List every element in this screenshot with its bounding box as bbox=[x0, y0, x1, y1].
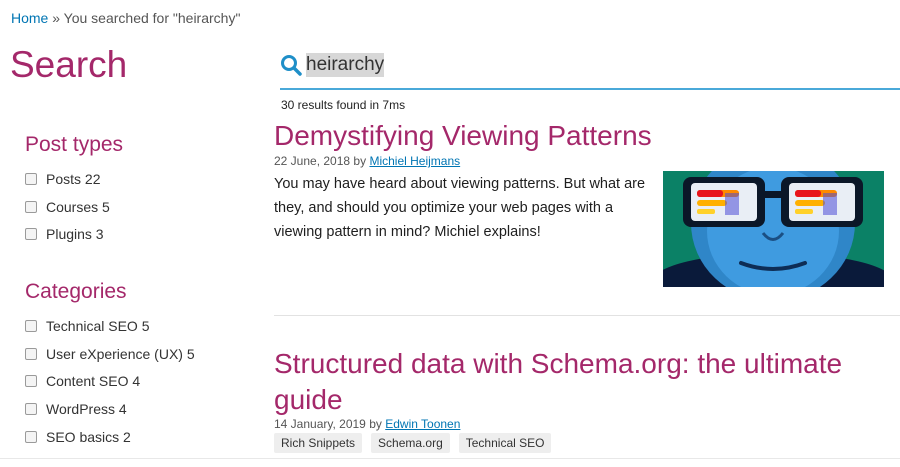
bottom-divider bbox=[0, 458, 900, 459]
filter-label: Posts 22 bbox=[46, 170, 101, 187]
categories-filter-list: Technical SEO 5 User eXperience (UX) 5 C… bbox=[25, 312, 195, 450]
tag-schema-org[interactable]: Schema.org bbox=[371, 433, 450, 453]
breadcrumb-home-link[interactable]: Home bbox=[11, 10, 48, 26]
checkbox[interactable] bbox=[25, 200, 37, 213]
filter-courses[interactable]: Courses 5 bbox=[25, 193, 110, 221]
checkbox[interactable] bbox=[25, 228, 37, 241]
checkbox[interactable] bbox=[25, 402, 37, 415]
search-icon[interactable] bbox=[280, 54, 302, 76]
results-count: 30 results found in 7ms bbox=[281, 98, 406, 112]
viewing-pattern-illustration bbox=[663, 171, 884, 287]
post-by: by bbox=[353, 154, 367, 168]
breadcrumb-separator: » bbox=[48, 10, 64, 26]
result-divider bbox=[274, 315, 900, 316]
author-link[interactable]: Edwin Toonen bbox=[385, 417, 460, 431]
result-title-link[interactable]: Structured data with Schema.org: the ult… bbox=[274, 346, 874, 418]
post-types-filter-list: Posts 22 Courses 5 Plugins 3 bbox=[25, 165, 110, 248]
checkbox[interactable] bbox=[25, 375, 37, 388]
search-input[interactable] bbox=[306, 51, 606, 79]
author-link[interactable]: Michiel Heijmans bbox=[369, 154, 460, 168]
post-meta: 14 January, 2019 by Edwin Toonen bbox=[274, 417, 460, 431]
checkbox[interactable] bbox=[25, 319, 37, 332]
post-types-heading: Post types bbox=[25, 133, 124, 156]
post-by: by bbox=[369, 417, 382, 431]
tag-list: Rich Snippets Schema.org Technical SEO bbox=[274, 433, 552, 453]
filter-label: Courses 5 bbox=[46, 198, 110, 215]
filter-seo-basics[interactable]: SEO basics 2 bbox=[25, 423, 195, 451]
filter-label: User eXperience (UX) 5 bbox=[46, 345, 195, 362]
breadcrumb: Home » You searched for "heirarchy" bbox=[11, 10, 240, 26]
filter-content-seo[interactable]: Content SEO 4 bbox=[25, 367, 195, 395]
filter-label: Plugins 3 bbox=[46, 226, 104, 243]
filter-posts[interactable]: Posts 22 bbox=[25, 165, 110, 193]
result-title-link[interactable]: Demystifying Viewing Patterns bbox=[274, 118, 652, 154]
page-title: Search bbox=[10, 44, 128, 85]
tag-rich-snippets[interactable]: Rich Snippets bbox=[274, 433, 363, 453]
breadcrumb-current: You searched for "heirarchy" bbox=[63, 10, 241, 26]
filter-wordpress[interactable]: WordPress 4 bbox=[25, 395, 195, 423]
checkbox[interactable] bbox=[25, 430, 37, 443]
filter-label: SEO basics 2 bbox=[46, 428, 131, 445]
post-excerpt: You may have heard about viewing pattern… bbox=[274, 176, 646, 240]
post-thumbnail[interactable] bbox=[663, 171, 884, 287]
categories-heading: Categories bbox=[25, 280, 127, 303]
tag-technical-seo[interactable]: Technical SEO bbox=[458, 433, 552, 453]
post-date: 14 January, 2019 bbox=[274, 417, 366, 431]
filter-label: Technical SEO 5 bbox=[46, 317, 150, 334]
search-field[interactable] bbox=[280, 50, 900, 90]
filter-ux[interactable]: User eXperience (UX) 5 bbox=[25, 340, 195, 368]
filter-label: Content SEO 4 bbox=[46, 373, 141, 390]
checkbox[interactable] bbox=[25, 172, 37, 185]
post-date: 22 June, 2018 bbox=[274, 154, 351, 168]
filter-technical-seo[interactable]: Technical SEO 5 bbox=[25, 312, 195, 340]
checkbox[interactable] bbox=[25, 347, 37, 360]
post-meta: 22 June, 2018 by Michiel Heijmans bbox=[274, 154, 460, 168]
filter-label: WordPress 4 bbox=[46, 400, 127, 417]
filter-plugins[interactable]: Plugins 3 bbox=[25, 220, 110, 248]
